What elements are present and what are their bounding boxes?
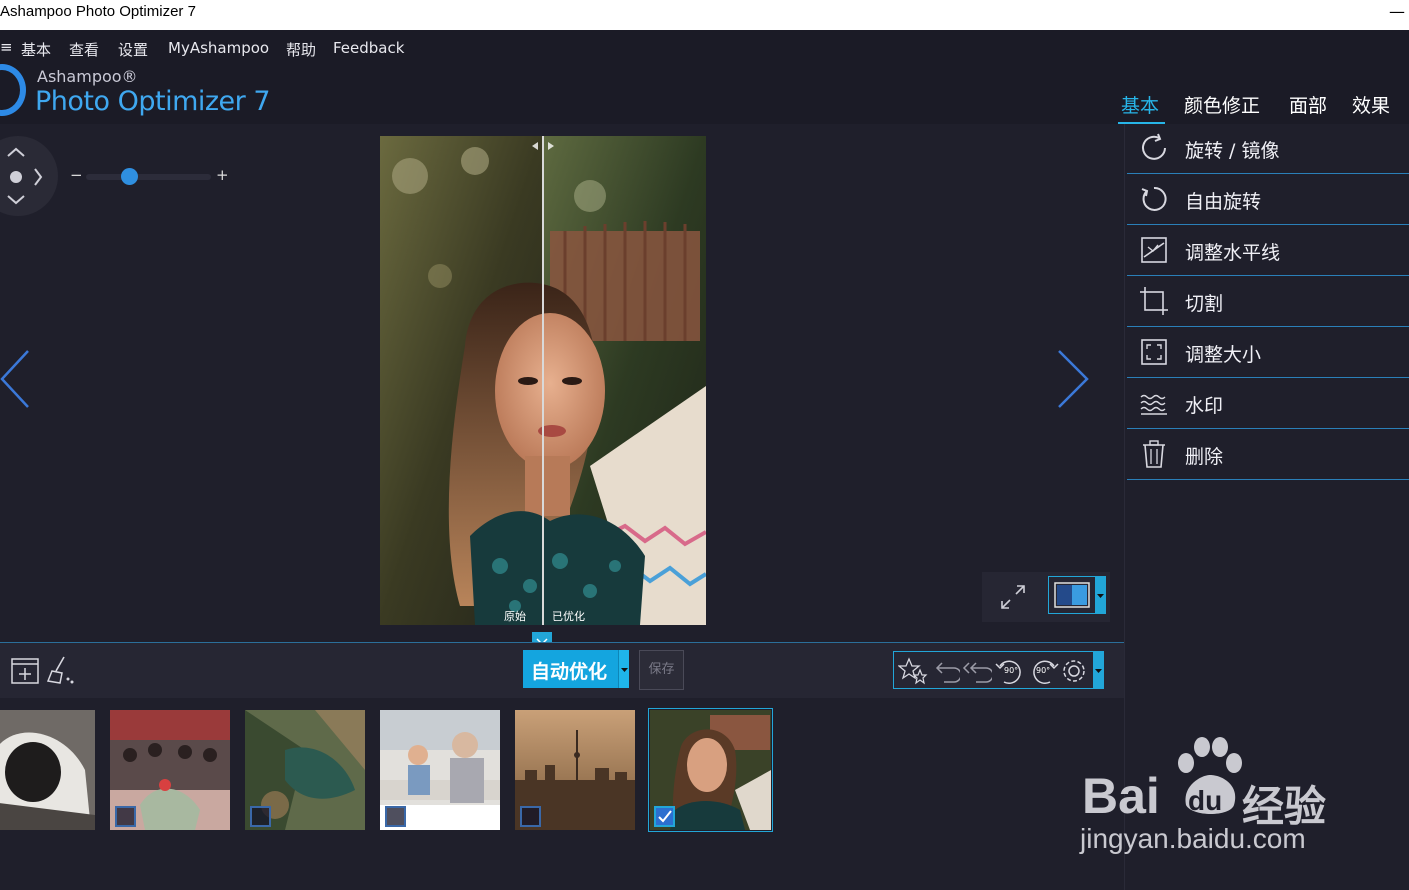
menu-bar: ≡ 基本 查看 设置 MyAshampoo 帮助 Feedback xyxy=(0,30,1409,64)
tab-basic[interactable]: 基本 xyxy=(1121,91,1159,118)
bottom-toolbar: 自动优化 保存 90° 90° xyxy=(0,642,1124,698)
edit-actions-group: 90° 90° xyxy=(893,651,1104,689)
pan-navigator[interactable] xyxy=(0,136,58,216)
menu-view[interactable]: 查看 xyxy=(69,39,99,60)
title-bar: Ashampoo Photo Optimizer 7 — xyxy=(0,0,1409,30)
rotate-mirror-icon xyxy=(1142,133,1166,160)
rotate-right-button[interactable]: 90° xyxy=(1028,656,1060,686)
tool-delete[interactable]: 删除 xyxy=(1127,430,1409,480)
auto-optimize-label: 自动优化 xyxy=(531,661,608,683)
compare-original-label: 原始 xyxy=(504,610,526,623)
thumbnail[interactable] xyxy=(245,710,365,830)
preview-area: − + 原始 已优化 xyxy=(0,124,1124,646)
app-header: Ashampoo® Photo Optimizer 7 基本 颜色修正 面部 效… xyxy=(0,64,1409,124)
tool-crop[interactable]: 切割 xyxy=(1127,277,1409,327)
compare-optimized-label: 已优化 xyxy=(552,610,585,623)
resize-icon xyxy=(1141,339,1167,365)
thumbnail-checkbox[interactable] xyxy=(520,806,541,827)
thumbnail-selected[interactable] xyxy=(648,708,773,832)
thumbnail[interactable] xyxy=(380,710,500,830)
tab-color-correction[interactable]: 颜色修正 xyxy=(1184,91,1260,118)
auto-optimize-button[interactable]: 自动优化 xyxy=(523,650,629,688)
thumbnail-checkbox[interactable] xyxy=(385,806,406,827)
thumbnail-checkbox[interactable] xyxy=(250,806,271,827)
menu-myashampoo[interactable]: MyAshampoo xyxy=(168,39,269,57)
free-rotate-icon xyxy=(1141,186,1167,211)
tool-free-rotate[interactable]: 自由旋转 xyxy=(1127,175,1409,225)
crop-icon xyxy=(1140,287,1168,315)
watermark-brand-du: du xyxy=(1188,785,1223,816)
undo-icon[interactable] xyxy=(930,656,960,686)
compare-mode-button[interactable] xyxy=(1048,576,1106,614)
tool-label: 调整大小 xyxy=(1185,344,1262,366)
menu-help[interactable]: 帮助 xyxy=(286,39,316,60)
tool-label: 切割 xyxy=(1185,293,1224,315)
tab-effects[interactable]: 效果 xyxy=(1352,91,1390,118)
zoom-slider[interactable] xyxy=(86,174,211,180)
magic-star-icon[interactable] xyxy=(898,656,928,686)
split-view-icon xyxy=(1054,582,1090,608)
thumbnail[interactable] xyxy=(0,710,95,830)
menu-feedback[interactable]: Feedback xyxy=(333,39,404,57)
minimize-button[interactable]: — xyxy=(1389,2,1405,21)
auto-optimize-dropdown[interactable] xyxy=(618,650,629,688)
rotate-left-button[interactable]: 90° xyxy=(994,656,1026,686)
thumbnail-checkbox[interactable] xyxy=(115,806,136,827)
tab-face[interactable]: 面部 xyxy=(1289,91,1327,118)
tool-label: 自由旋转 xyxy=(1185,191,1262,213)
photo-preview[interactable]: 原始 已优化 xyxy=(380,136,706,625)
menu-overflow-icon[interactable]: ≡ xyxy=(0,38,13,56)
view-controls xyxy=(982,572,1110,622)
thumbnail-checkbox-checked[interactable] xyxy=(654,806,675,827)
window-title: Ashampoo Photo Optimizer 7 xyxy=(0,3,196,20)
tool-label: 旋转 / 镜像 xyxy=(1185,140,1280,162)
clear-broom-icon[interactable] xyxy=(46,655,76,685)
watermark-brand: Bai xyxy=(1082,768,1160,824)
tool-label: 删除 xyxy=(1185,446,1224,468)
tool-horizon[interactable]: 调整水平线 xyxy=(1127,226,1409,276)
edit-actions-dropdown[interactable] xyxy=(1093,652,1104,688)
tool-label: 调整水平线 xyxy=(1185,242,1281,264)
trash-icon xyxy=(1143,440,1165,468)
previous-image-icon[interactable] xyxy=(0,349,32,409)
next-image-icon[interactable] xyxy=(1056,349,1090,409)
rotate-right-label: 90° xyxy=(1036,666,1051,675)
thumbnail[interactable] xyxy=(515,710,635,830)
zoom-slider-handle[interactable] xyxy=(121,168,138,185)
menu-settings[interactable]: 设置 xyxy=(118,39,148,60)
zoom-in-button[interactable]: + xyxy=(216,166,229,184)
brand-small: Ashampoo® xyxy=(37,67,138,86)
horizon-icon xyxy=(1141,237,1167,263)
collapse-filmstrip-icon[interactable] xyxy=(532,632,552,646)
add-folder-icon[interactable] xyxy=(10,655,40,685)
save-button[interactable]: 保存 xyxy=(639,650,684,690)
tool-label: 水印 xyxy=(1185,395,1224,417)
zoom-out-button[interactable]: − xyxy=(70,166,83,184)
filmstrip xyxy=(0,698,1124,890)
brand-title: Photo Optimizer 7 xyxy=(35,86,271,117)
thumbnail[interactable] xyxy=(110,710,230,830)
settings-gear-icon[interactable] xyxy=(1059,656,1089,686)
undo-all-icon[interactable] xyxy=(960,656,992,686)
watermark-icon xyxy=(1140,394,1167,415)
tool-resize[interactable]: 调整大小 xyxy=(1127,328,1409,378)
tool-watermark[interactable]: 水印 xyxy=(1127,379,1409,429)
rotate-left-label: 90° xyxy=(1004,666,1019,675)
menu-basic[interactable]: 基本 xyxy=(21,39,51,60)
fullscreen-icon[interactable] xyxy=(998,582,1028,612)
logo-icon xyxy=(0,64,26,116)
watermark-url: jingyan.baidu.com xyxy=(1080,823,1306,854)
compare-mode-dropdown[interactable] xyxy=(1095,577,1106,613)
tool-rotate-mirror[interactable]: 旋转 / 镜像 xyxy=(1127,124,1409,174)
